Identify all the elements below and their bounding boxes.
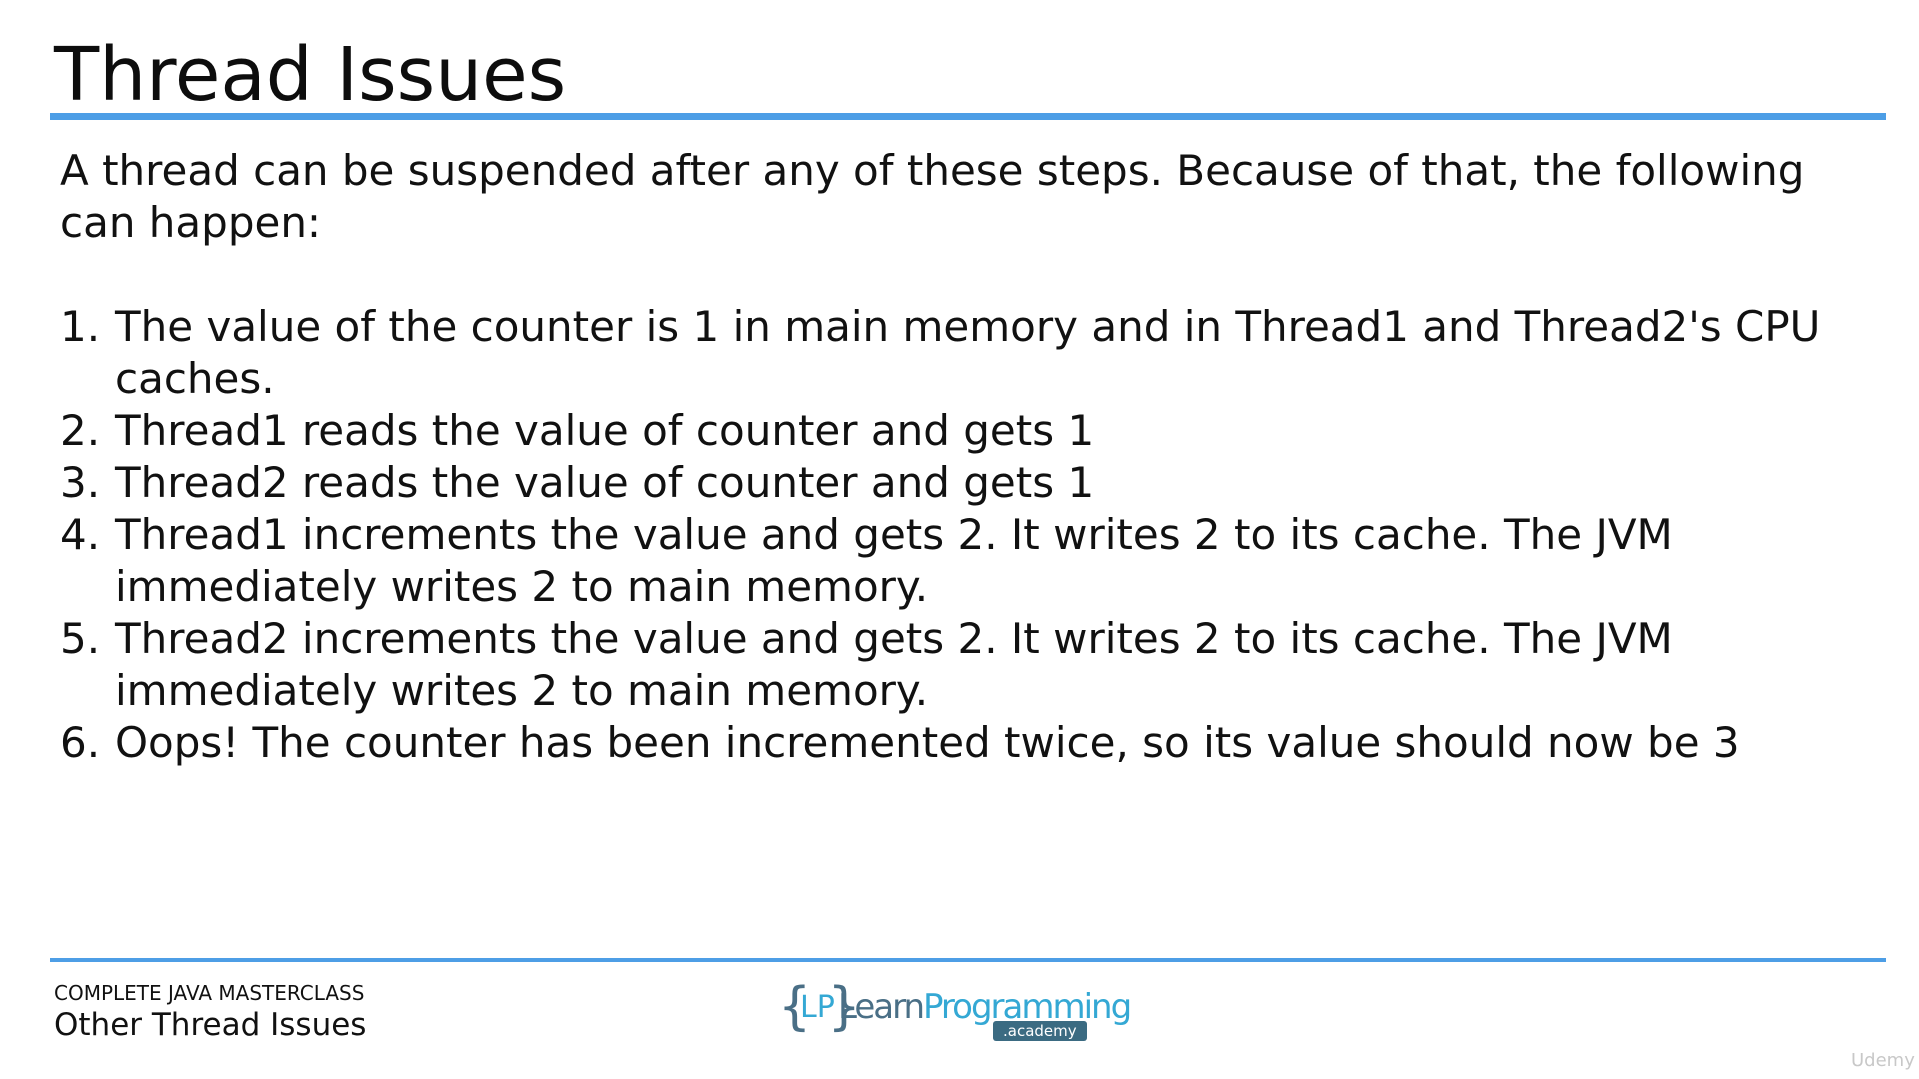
udemy-watermark: Udemy [1851,1050,1915,1071]
step-text: Thread2 reads the value of counter and g… [115,458,1095,507]
step-text: Thread2 increments the value and gets 2.… [115,614,1673,715]
step-number: 4. [60,510,101,559]
step-item-6: 6. Oops! The counter has been incremente… [60,717,1860,769]
step-text: Oops! The counter has been incremented t… [115,718,1740,767]
step-number: 2. [60,406,101,455]
step-item-2: 2. Thread1 reads the value of counter an… [60,405,1860,457]
step-number: 6. [60,718,101,767]
slide: Thread Issues A thread can be suspended … [0,0,1919,1079]
course-name: COMPLETE JAVA MASTERCLASS [54,981,365,1005]
step-item-1: 1. The value of the counter is 1 in main… [60,301,1860,405]
step-number: 5. [60,614,101,663]
step-item-3: 3. Thread2 reads the value of counter an… [60,457,1860,509]
logo-word-learn: Learn [838,987,925,1027]
logo-mark: LP [800,990,835,1025]
learnprogramming-logo: { } LP LearnProgramming .academy [778,978,1132,1044]
step-item-4: 4. Thread1 increments the value and gets… [60,509,1860,613]
step-text: Thread1 reads the value of counter and g… [115,406,1095,455]
slide-content: A thread can be suspended after any of t… [60,145,1860,769]
intro-paragraph: A thread can be suspended after any of t… [60,146,1805,247]
logo-academy-badge: .academy [993,1021,1087,1041]
title-divider [50,113,1886,120]
footer-divider [50,958,1886,962]
step-text: The value of the counter is 1 in main me… [115,302,1821,403]
step-number: 3. [60,458,101,507]
slide-title: Thread Issues [54,32,567,118]
steps-list: 1. The value of the counter is 1 in main… [60,301,1860,769]
logo-wordmark: LearnProgramming [838,987,1132,1027]
lecture-name: Other Thread Issues [54,1007,367,1043]
step-item-5: 5. Thread2 increments the value and gets… [60,613,1860,717]
step-number: 1. [60,302,101,351]
step-text: Thread1 increments the value and gets 2.… [115,510,1673,611]
